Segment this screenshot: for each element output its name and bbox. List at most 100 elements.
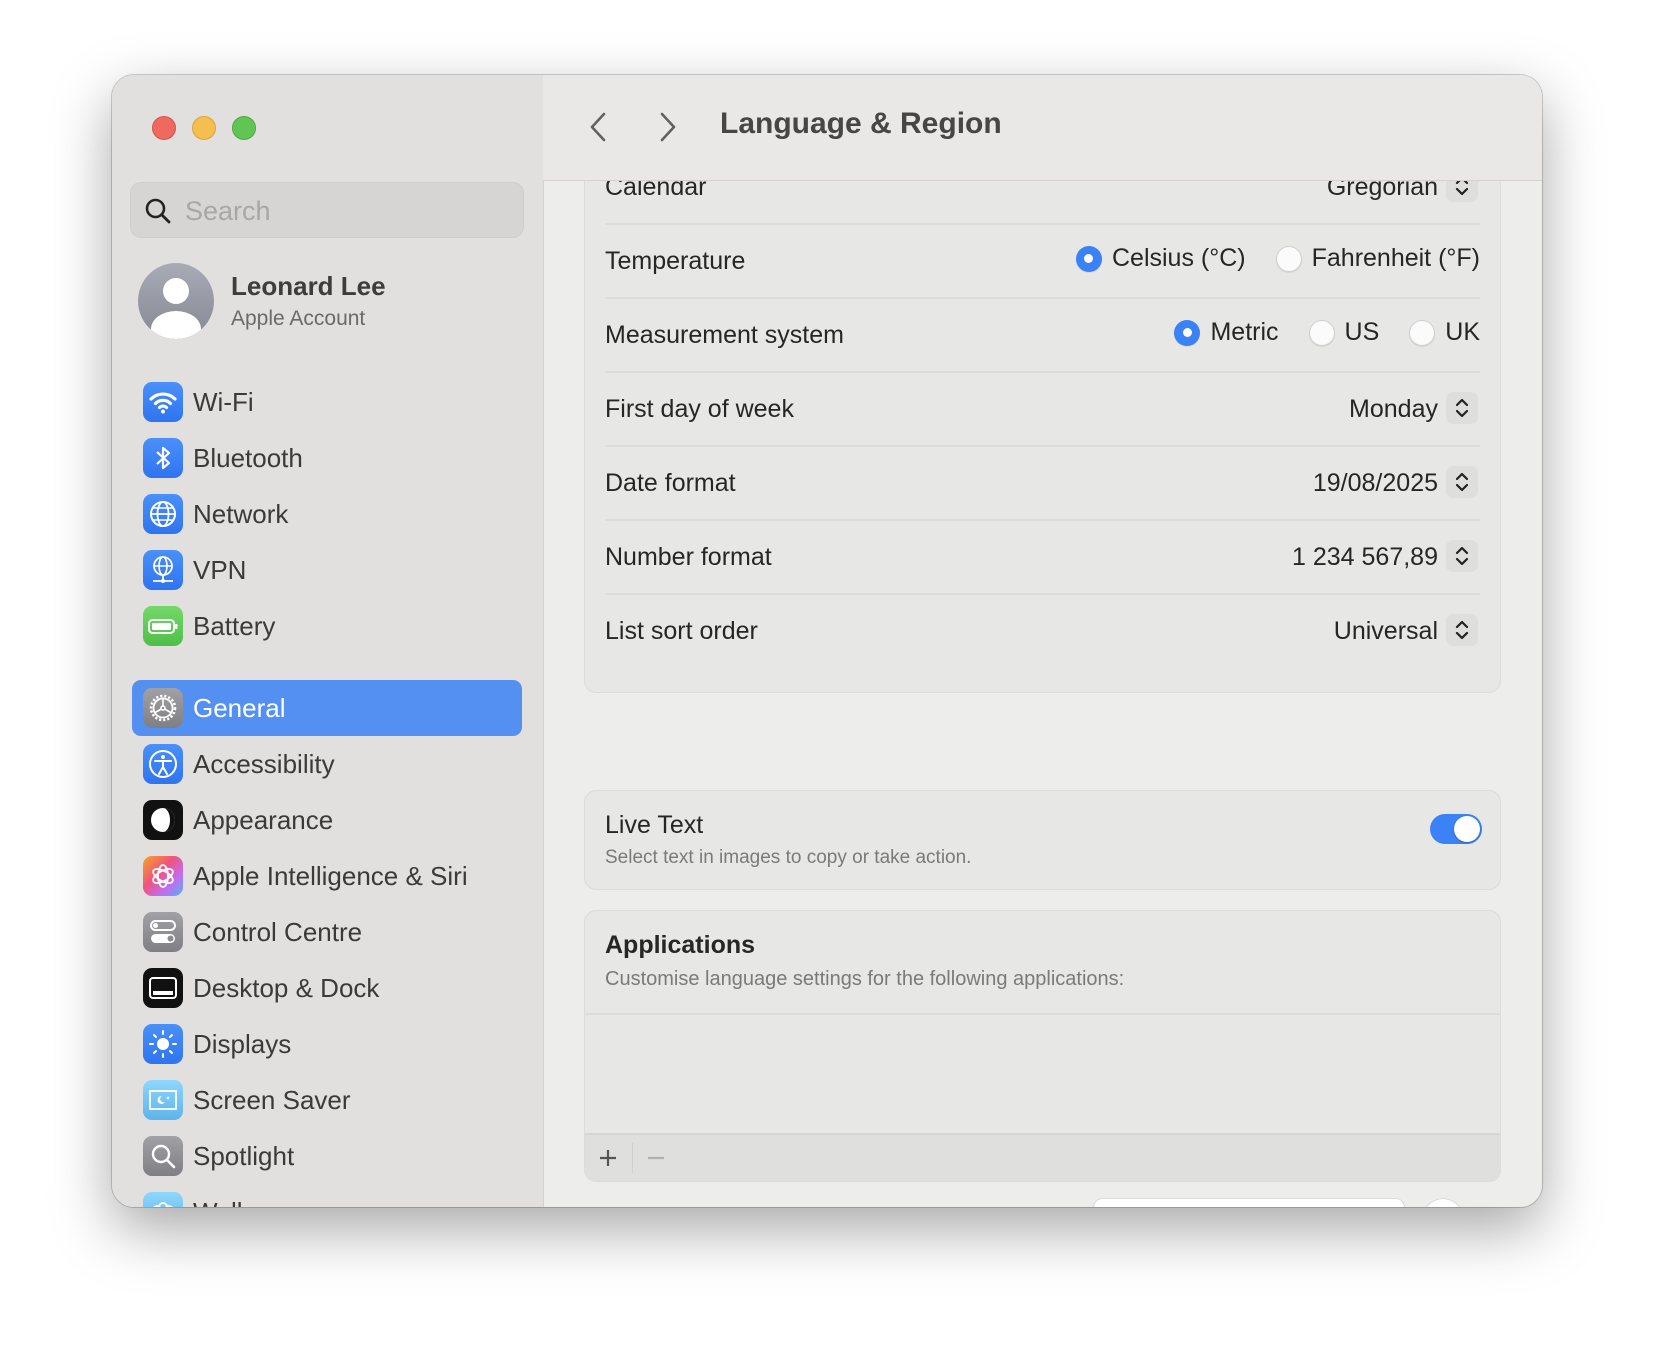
date-format-label: Date format bbox=[605, 469, 736, 497]
number-format-label: Number format bbox=[605, 543, 772, 571]
live-text-card: Live Text Select text in images to copy … bbox=[584, 790, 1501, 890]
back-button[interactable] bbox=[583, 105, 613, 149]
sidebar-item-general[interactable]: General bbox=[132, 680, 522, 736]
zoom-button[interactable] bbox=[232, 116, 256, 140]
bluetooth-icon bbox=[143, 438, 183, 478]
measurement-row: Measurement system Metric US UK bbox=[605, 299, 1480, 373]
calendar-popup[interactable] bbox=[1446, 181, 1478, 202]
sort-order-popup[interactable] bbox=[1446, 614, 1478, 646]
first-day-value[interactable]: Monday bbox=[1349, 395, 1438, 424]
search-field[interactable] bbox=[130, 182, 524, 239]
account-name: Leonard Lee bbox=[231, 271, 386, 301]
radio-label: UK bbox=[1445, 318, 1480, 346]
sidebar-item-bluetooth[interactable]: Bluetooth bbox=[132, 430, 522, 486]
sidebar-item-battery[interactable]: Battery bbox=[132, 598, 522, 654]
sidebar-item-label: Network bbox=[193, 499, 289, 529]
sidebar-item-vpn[interactable]: VPN bbox=[132, 542, 522, 598]
calendar-value[interactable]: Gregorian bbox=[1327, 181, 1438, 202]
sort-order-row: List sort order Universal bbox=[605, 595, 1480, 669]
chevron-updown-icon bbox=[1455, 546, 1469, 566]
radio-button-selected[interactable] bbox=[1174, 319, 1201, 346]
radio-button[interactable] bbox=[1275, 245, 1302, 272]
battery-icon bbox=[143, 606, 183, 646]
number-format-popup[interactable] bbox=[1446, 540, 1478, 572]
search-icon bbox=[145, 198, 171, 224]
magnifier-icon bbox=[143, 1136, 183, 1176]
desktop-dock-icon bbox=[143, 968, 183, 1008]
calendar-label: Calendar bbox=[605, 181, 707, 201]
date-format-value[interactable]: 19/08/2025 bbox=[1313, 469, 1438, 498]
account-subtitle: Apple Account bbox=[231, 307, 366, 330]
close-button[interactable] bbox=[152, 116, 176, 140]
radio-celsius[interactable]: Celsius (°C) bbox=[1075, 244, 1246, 273]
page-title: Language & Region bbox=[720, 107, 1002, 140]
sidebar-item-label: Wallpaper bbox=[193, 1197, 309, 1207]
sidebar-item-label: General bbox=[193, 693, 286, 723]
chevron-right-icon bbox=[660, 112, 676, 142]
sidebar-item-label: Bluetooth bbox=[193, 443, 303, 473]
accessibility-icon bbox=[143, 744, 183, 784]
person-icon bbox=[151, 278, 201, 339]
search-input[interactable] bbox=[183, 183, 517, 239]
vpn-globe-icon bbox=[143, 550, 183, 590]
radio-us[interactable]: US bbox=[1308, 318, 1379, 347]
first-day-row: First day of week Monday bbox=[605, 373, 1480, 447]
apple-account[interactable]: Leonard Lee Apple Account bbox=[138, 263, 528, 343]
sidebar-item-wallpaper[interactable]: Wallpaper bbox=[132, 1184, 522, 1207]
applications-list-footer bbox=[585, 1133, 1500, 1181]
sidebar-item-desktop-dock[interactable]: Desktop & Dock bbox=[132, 960, 522, 1016]
measurement-label: Measurement system bbox=[605, 321, 844, 349]
radio-label: Fahrenheit (°F) bbox=[1311, 244, 1480, 272]
sidebar-item-displays[interactable]: Displays bbox=[132, 1016, 522, 1072]
radio-metric[interactable]: Metric bbox=[1174, 318, 1279, 347]
sidebar-item-label: Desktop & Dock bbox=[193, 973, 380, 1003]
divider bbox=[585, 1013, 1500, 1015]
sidebar-item-control-centre[interactable]: Control Centre bbox=[132, 904, 522, 960]
sidebar: Leonard Lee Apple Account Wi-Fi Bluetoot… bbox=[112, 75, 544, 1207]
apple-intelligence-icon bbox=[143, 856, 183, 896]
control-centre-icon bbox=[143, 912, 183, 952]
sidebar-item-accessibility[interactable]: Accessibility bbox=[132, 736, 522, 792]
temperature-row: Temperature Celsius (°C) Fahrenheit (°F) bbox=[605, 225, 1480, 299]
date-format-popup[interactable] bbox=[1446, 466, 1478, 498]
sort-order-label: List sort order bbox=[605, 617, 758, 645]
radio-button-selected[interactable] bbox=[1075, 245, 1102, 272]
gear-icon bbox=[143, 688, 183, 728]
sidebar-item-label: VPN bbox=[193, 555, 247, 585]
wallpaper-icon bbox=[143, 1192, 183, 1207]
sort-order-value[interactable]: Universal bbox=[1334, 617, 1438, 646]
forward-button[interactable] bbox=[653, 105, 683, 149]
radio-button[interactable] bbox=[1409, 319, 1436, 346]
help-button[interactable]: ? bbox=[1423, 1199, 1463, 1207]
add-application-button[interactable] bbox=[585, 1135, 631, 1181]
sidebar-item-label: Displays bbox=[193, 1029, 292, 1059]
sidebar-item-label: Accessibility bbox=[193, 749, 335, 779]
number-format-value[interactable]: 1 234 567,89 bbox=[1292, 543, 1438, 572]
system-settings-window: Leonard Lee Apple Account Wi-Fi Bluetoot… bbox=[112, 75, 1542, 1207]
radio-uk[interactable]: UK bbox=[1409, 318, 1480, 347]
first-day-popup[interactable] bbox=[1446, 392, 1478, 424]
sidebar-item-appearance[interactable]: Appearance bbox=[132, 792, 522, 848]
applications-subtitle: Customise language settings for the foll… bbox=[605, 968, 1125, 990]
sidebar-item-wifi[interactable]: Wi-Fi bbox=[132, 374, 522, 430]
radio-fahrenheit[interactable]: Fahrenheit (°F) bbox=[1275, 244, 1480, 273]
sidebar-item-apple-intelligence-siri[interactable]: Apple Intelligence & Siri bbox=[132, 848, 522, 904]
temperature-radio-group: Celsius (°C) Fahrenheit (°F) bbox=[1046, 244, 1480, 273]
translation-languages-button[interactable]: Translation Languages… bbox=[1093, 1199, 1404, 1207]
screen-saver-icon bbox=[143, 1080, 183, 1120]
sidebar-item-label: Screen Saver bbox=[193, 1085, 351, 1115]
chevron-updown-icon bbox=[1455, 398, 1469, 418]
minimize-button[interactable] bbox=[192, 116, 216, 140]
date-format-row: Date format 19/08/2025 bbox=[605, 447, 1480, 521]
avatar bbox=[138, 263, 214, 339]
sidebar-item-screen-saver[interactable]: Screen Saver bbox=[132, 1072, 522, 1128]
live-text-toggle[interactable] bbox=[1430, 814, 1482, 844]
sidebar-item-spotlight[interactable]: Spotlight bbox=[132, 1128, 522, 1184]
sidebar-item-network[interactable]: Network bbox=[132, 486, 522, 542]
radio-button[interactable] bbox=[1308, 319, 1335, 346]
radio-label: Metric bbox=[1210, 318, 1279, 346]
toggle-knob bbox=[1454, 816, 1480, 842]
remove-application-button[interactable] bbox=[633, 1135, 679, 1181]
applications-title: Applications bbox=[605, 931, 756, 959]
number-format-row: Number format 1 234 567,89 bbox=[605, 521, 1480, 595]
